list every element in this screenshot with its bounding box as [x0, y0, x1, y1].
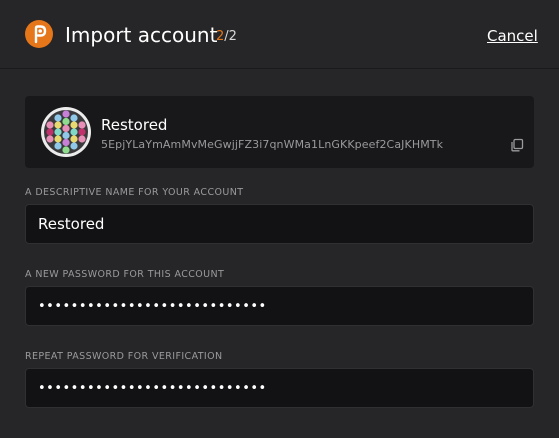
identicon	[41, 107, 91, 157]
repeat-password-label: REPEAT PASSWORD FOR VERIFICATION	[25, 351, 223, 362]
polkadot-logo-icon	[25, 20, 53, 48]
account-address: 5EpjYLaYmAmMvMeGwjjFZ3i7qnWMa1LnGKKpeef2…	[101, 138, 444, 151]
step-total: /2	[224, 29, 237, 44]
step-indicator: 2/2	[216, 29, 237, 45]
password-label: A NEW PASSWORD FOR THIS ACCOUNT	[25, 269, 225, 280]
account-name: Restored	[101, 116, 168, 134]
account-card: Restored 5EpjYLaYmAmMvMeGwjjFZ3i7qnWMa1L…	[25, 96, 534, 168]
copy-icon[interactable]	[510, 138, 524, 152]
cancel-button[interactable]: Cancel	[487, 26, 538, 46]
page-title: Import account	[65, 23, 218, 47]
repeat-password-input[interactable]	[25, 368, 534, 408]
password-input[interactable]	[25, 286, 534, 326]
header: Import account 2/2 Cancel	[0, 0, 559, 69]
name-label: A DESCRIPTIVE NAME FOR YOUR ACCOUNT	[25, 187, 244, 198]
account-name-input[interactable]	[25, 204, 534, 244]
